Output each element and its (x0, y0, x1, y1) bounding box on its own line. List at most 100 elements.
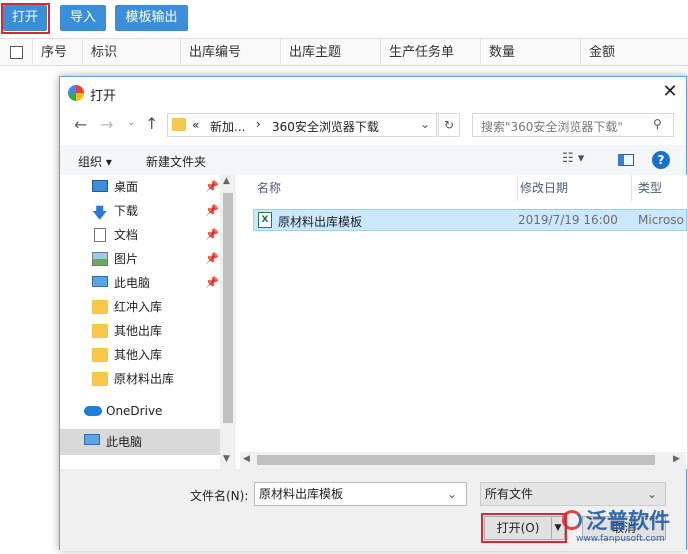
nav-item-label: 其他出库 (114, 324, 163, 338)
search-icon[interactable]: ⚲ (653, 117, 662, 131)
close-icon[interactable]: ✕ (660, 81, 680, 103)
dialog-open-highlight (481, 513, 567, 543)
computer-icon (92, 276, 108, 287)
open-button-highlight (1, 3, 50, 34)
grid-header: 序号 标识 出库编号 出库主题 生产任务单 数量 金额 (0, 38, 688, 66)
nav-item-other-outbound[interactable]: 其他出库 (60, 319, 220, 343)
folder-icon (92, 324, 108, 338)
select-all-checkbox[interactable] (10, 46, 23, 59)
nav-item-label: 红冲入库 (114, 300, 163, 314)
nav-item-downloads[interactable]: 🡇 下载 📌 (60, 199, 220, 223)
preview-pane-icon[interactable] (618, 154, 634, 166)
nav-item-pictures[interactable]: 图片 📌 (60, 247, 220, 271)
download-icon: 🡇 (92, 204, 108, 222)
forward-arrow-icon[interactable]: → (100, 115, 113, 134)
scroll-up-icon[interactable]: ▲ (223, 176, 230, 186)
file-list: ⌃ 名称 修改日期 类型 X 原材料出库模板 2019/7/19 16:00 M… (253, 175, 687, 469)
filename-field[interactable]: 原材料出库模板 ⌄ (254, 482, 467, 506)
command-bar: 组织 ▾ 新建文件夹 ☷ ▾ ? (60, 145, 686, 175)
nav-item-label: OneDrive (106, 404, 163, 418)
nav-item-label: 其他入库 (114, 348, 163, 362)
file-type-select[interactable]: 所有文件 ⌄ (480, 482, 666, 506)
organize-menu[interactable]: 组织 ▾ (78, 153, 112, 170)
nav-item-this-pc-pinned[interactable]: 此电脑 📌 (60, 271, 220, 295)
app-logo-icon (68, 85, 84, 101)
nav-item-other-inbound[interactable]: 其他入库 (60, 343, 220, 367)
column-header-name[interactable]: 名称 (257, 175, 281, 201)
document-icon (94, 228, 106, 242)
nav-item-label: 此电脑 (114, 276, 151, 290)
open-file-dialog: 打开 ✕ ← → ⌄ ↑ « 新加... › 360安全浏览器下载 ⌄ ↻ 搜索… (59, 76, 687, 551)
scroll-down-icon[interactable]: ▼ (223, 454, 230, 464)
file-name: 原材料出库模板 (278, 215, 363, 229)
template-export-button[interactable]: 模板输出 (115, 5, 188, 31)
address-segment-drive[interactable]: 新加... (210, 118, 245, 135)
column-production-task[interactable]: 生产任务单 (380, 39, 480, 66)
scroll-right-icon[interactable]: ▶ (673, 454, 680, 464)
dialog-title: 打开 (90, 89, 117, 104)
help-icon[interactable]: ? (652, 151, 670, 169)
address-separator[interactable]: › (256, 117, 261, 131)
navigation-pane: 桌面 📌 🡇 下载 📌 文档 📌 图片 📌 此电脑 📌 红冲入库 其他出库 其他… (60, 175, 236, 469)
nav-item-desktop[interactable]: 桌面 📌 (60, 175, 220, 199)
dialog-titlebar: 打开 ✕ (60, 77, 686, 109)
column-tag[interactable]: 标识 (82, 39, 180, 66)
computer-icon (84, 434, 100, 445)
search-placeholder: 搜索"360安全浏览器下载" (481, 120, 623, 134)
filename-value: 原材料出库模板 (259, 487, 344, 501)
nav-item-this-pc[interactable]: 此电脑 (60, 429, 220, 455)
folder-icon (92, 300, 108, 314)
column-amount[interactable]: 金额 (580, 39, 680, 66)
cloud-icon (84, 406, 102, 416)
view-options-icon[interactable]: ☷ ▾ (562, 151, 584, 166)
scrollbar-thumb[interactable] (223, 193, 233, 423)
pin-icon: 📌 (205, 228, 219, 241)
watermark-logo-icon (562, 510, 582, 530)
scroll-left-icon[interactable]: ◀ (243, 454, 250, 464)
file-modified: 2019/7/19 16:00 (518, 213, 618, 227)
file-type-dropdown-icon[interactable]: ⌄ (647, 483, 657, 505)
file-type-value: 所有文件 (485, 487, 534, 501)
back-arrow-icon[interactable]: ← (74, 115, 87, 134)
file-row[interactable]: X 原材料出库模板 2019/7/19 16:00 Microso (253, 209, 687, 231)
folder-icon (172, 118, 186, 131)
watermark-url: www.fanpusoft.com (576, 534, 665, 544)
column-index[interactable]: 序号 (32, 39, 82, 66)
search-box[interactable]: 搜索"360安全浏览器下载" ⚲ (472, 113, 674, 137)
nav-item-label: 下载 (114, 204, 139, 218)
import-button[interactable]: 导入 (60, 5, 106, 31)
folder-icon (92, 372, 108, 386)
pin-icon: 📌 (205, 252, 219, 265)
nav-item-label: 图片 (114, 252, 139, 266)
nav-item-label: 原材料出库 (114, 372, 175, 386)
watermark-brand: 泛普软件 (586, 509, 670, 533)
file-list-hscrollbar[interactable]: ◀ ▶ (240, 452, 686, 469)
column-header-type[interactable]: 类型 (631, 175, 662, 201)
column-header-modified[interactable]: 修改日期 (517, 175, 568, 201)
excel-file-icon: X (258, 212, 272, 228)
refresh-icon[interactable]: ↻ (438, 113, 460, 137)
nav-item-label: 此电脑 (106, 435, 143, 449)
up-arrow-icon[interactable]: ↑ (145, 114, 158, 133)
column-outbound-subject[interactable]: 出库主题 (280, 39, 380, 66)
column-outbound-no[interactable]: 出库编号 (180, 39, 280, 66)
address-bar[interactable]: « 新加... › 360安全浏览器下载 ⌄ (167, 113, 437, 137)
address-overflow[interactable]: « (192, 118, 199, 132)
address-segment-folder[interactable]: 360安全浏览器下载 (272, 118, 379, 135)
nav-item-label: 桌面 (114, 180, 139, 194)
new-folder-button[interactable]: 新建文件夹 (146, 153, 206, 170)
scrollbar-thumb[interactable] (257, 455, 655, 465)
pin-icon: 📌 (205, 204, 219, 217)
nav-item-raw-material-outbound[interactable]: 原材料出库 (60, 367, 220, 391)
nav-scrollbar[interactable]: ▲ ▼ (220, 175, 236, 469)
picture-icon (92, 252, 108, 266)
nav-item-red-inbound[interactable]: 红冲入库 (60, 295, 220, 319)
nav-item-documents[interactable]: 文档 📌 (60, 223, 220, 247)
address-dropdown-icon[interactable]: ⌄ (420, 117, 430, 131)
desktop-icon (92, 180, 108, 192)
recent-dropdown-icon[interactable]: ⌄ (127, 117, 135, 128)
column-quantity[interactable]: 数量 (480, 39, 580, 66)
folder-icon (92, 348, 108, 362)
filename-dropdown-icon[interactable]: ⌄ (447, 483, 457, 505)
nav-item-onedrive[interactable]: OneDrive (60, 399, 220, 423)
